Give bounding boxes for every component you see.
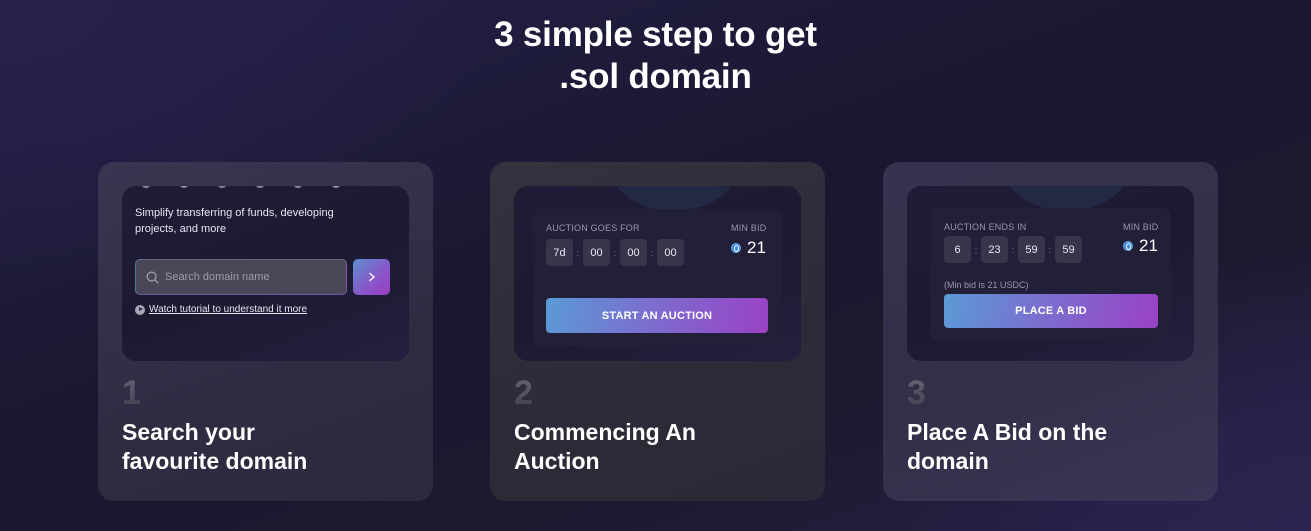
timer-separator: : [1048,244,1052,255]
step-title: Commencing An Auction [514,418,696,476]
step-number: 1 [122,374,141,412]
step-card-search: Simplify transferring of funds, developi… [98,162,433,501]
search-preview-panel: Simplify transferring of funds, developi… [122,186,409,361]
min-bid-note: (Min bid is 21 USDC) [944,280,1029,290]
decorative-dots [142,186,340,188]
play-icon [135,304,145,315]
min-bid-value: 21 [747,238,766,257]
auction-timer: 7d : 00 : 00 : 00 [546,239,684,266]
step-title: Search your favourite domain [122,418,307,476]
decorative-circle [609,186,739,211]
step-title: Place A Bid on the domain [907,418,1107,476]
min-bid-label: MIN BID [1123,222,1159,232]
step-title-line-2: favourite domain [122,448,308,474]
timer-seconds: 59 [1055,236,1082,263]
timer-label: AUCTION GOES FOR [546,223,640,233]
search-icon [146,271,159,283]
step-title-line-2: Auction [514,448,600,474]
timer-separator: : [974,244,978,255]
usdc-icon [1123,241,1133,251]
min-bid-value: 21 [1139,236,1158,255]
step-title-line-1: Commencing An [514,419,696,445]
auction-box: AUCTION ENDS IN 6 : 23 : 59 : 59 MIN BID… [931,208,1171,341]
step-title-line-2: domain [907,448,989,474]
step-number: 3 [907,374,926,412]
timer-days: 7d [546,239,573,266]
min-bid-label: MIN BID [731,223,767,233]
page-heading: 3 simple step to get .sol domain [0,14,1311,98]
timer-seconds: 00 [657,239,684,266]
place-bid-button[interactable]: PLACE A BID [944,294,1158,328]
step-card-bid: AUCTION ENDS IN 6 : 23 : 59 : 59 MIN BID… [883,162,1218,501]
min-bid: 21 [1123,236,1158,256]
timer-separator: : [1011,244,1015,255]
heading-line-2: .sol domain [559,57,752,96]
search-submit-button[interactable] [353,259,390,295]
timer-minutes: 59 [1018,236,1045,263]
auction-timer: 6 : 23 : 59 : 59 [944,236,1082,263]
timer-separator: : [576,247,580,258]
usdc-icon [731,243,741,253]
chevron-right-icon [368,272,375,282]
heading-line-1: 3 simple step to get [494,15,817,54]
auction-preview-panel: AUCTION GOES FOR 7d : 00 : 00 : 00 MIN B… [514,186,801,361]
timer-separator: : [650,247,654,258]
preview-description: Simplify transferring of funds, developi… [135,207,334,235]
timer-hours: 00 [583,239,610,266]
step-title-line-1: Search your [122,419,255,445]
timer-days: 6 [944,236,971,263]
timer-minutes: 00 [620,239,647,266]
min-bid: 21 [731,238,766,258]
watch-tutorial[interactable]: Watch tutorial to understand it more [135,304,307,315]
timer-hours: 23 [981,236,1008,263]
search-domain-field[interactable] [135,259,347,295]
watch-tutorial-link[interactable]: Watch tutorial to understand it more [149,304,307,315]
timer-label: AUCTION ENDS IN [944,222,1027,232]
auction-box: AUCTION GOES FOR 7d : 00 : 00 : 00 MIN B… [533,209,782,346]
step-title-line-1: Place A Bid on the [907,419,1108,445]
bid-preview-panel: AUCTION ENDS IN 6 : 23 : 59 : 59 MIN BID… [907,186,1194,361]
search-domain-input[interactable] [165,271,335,283]
timer-separator: : [613,247,617,258]
start-auction-button[interactable]: START AN AUCTION [546,298,768,333]
step-number: 2 [514,374,533,412]
step-card-auction: AUCTION GOES FOR 7d : 00 : 00 : 00 MIN B… [490,162,825,501]
